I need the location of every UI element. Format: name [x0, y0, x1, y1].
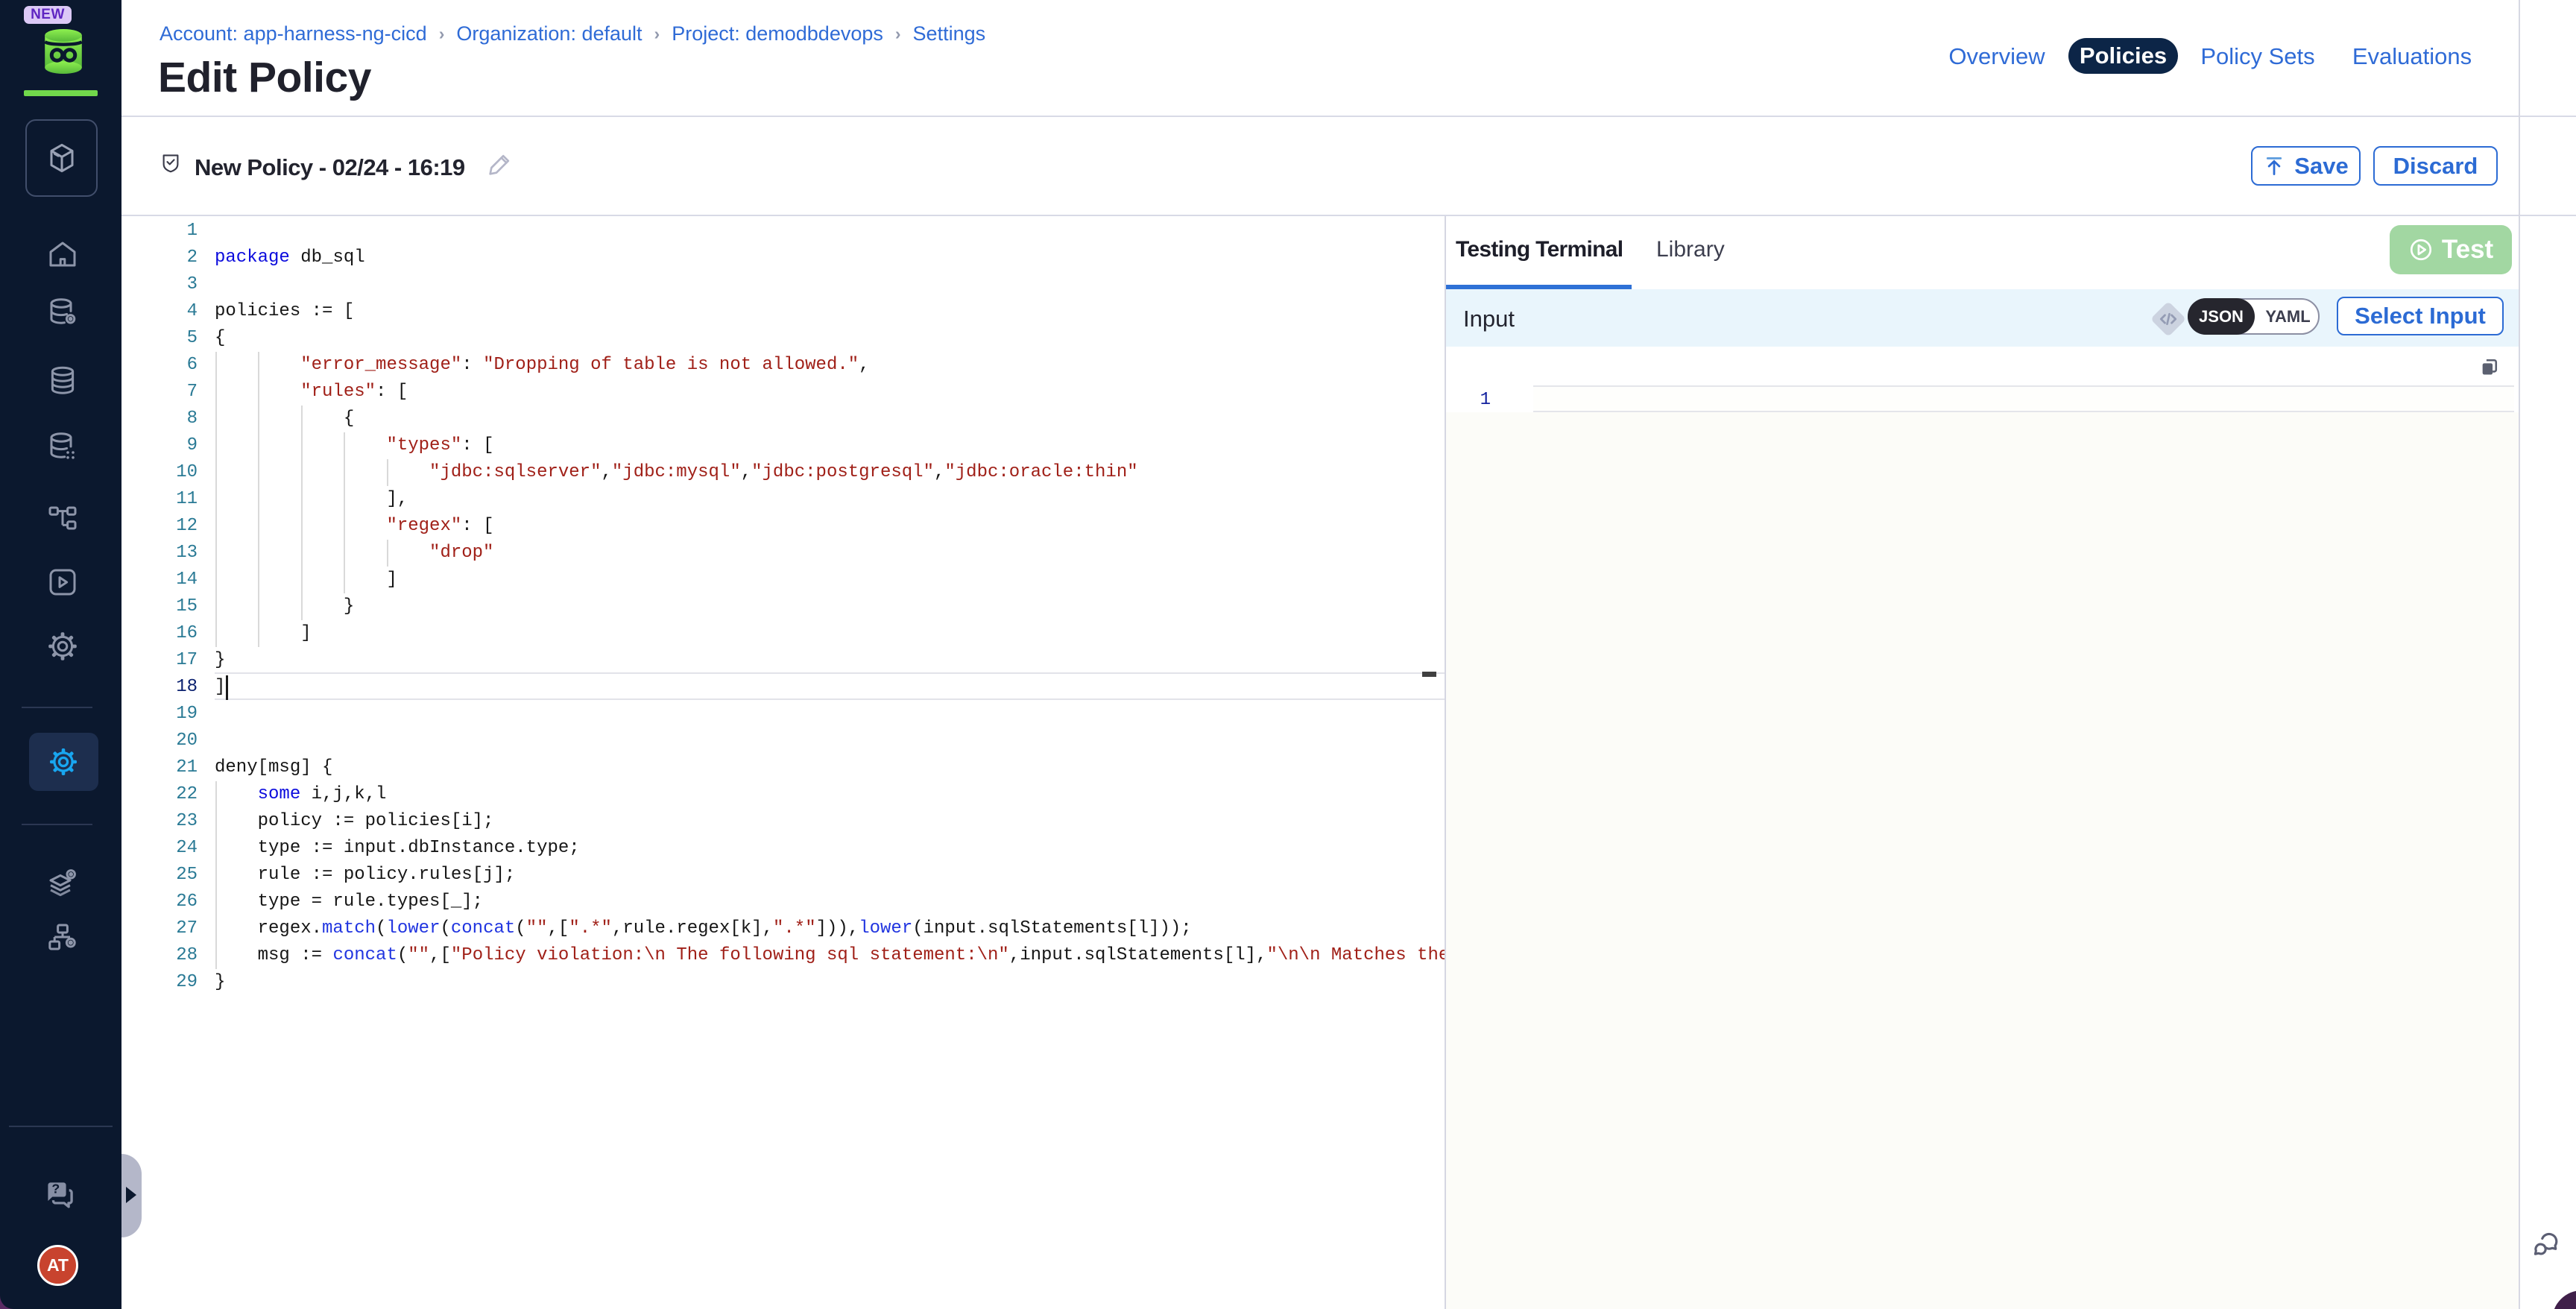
svg-text:?: ? [51, 1182, 60, 1196]
